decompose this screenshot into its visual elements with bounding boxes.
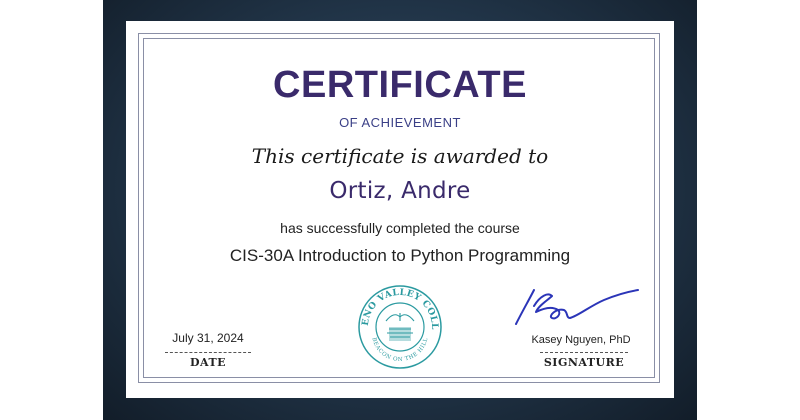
signature-line <box>540 352 628 353</box>
date-value: July 31, 2024 <box>172 331 244 345</box>
course-title: CIS-30A Introduction to Python Programmi… <box>229 246 571 265</box>
recipient-name: Ortiz, Andre <box>329 178 471 204</box>
college-seal-icon: MORENO VALLEY COLLEGE BEACON ON THE HILL <box>356 283 442 369</box>
awarded-text: This certificate is awarded to <box>251 144 549 168</box>
signer-name: Kasey Nguyen, PhD <box>531 334 631 346</box>
certificate-subtitle: OF ACHIEVEMENT <box>339 115 461 130</box>
completed-text: has successfully completed the course <box>280 220 520 236</box>
date-label: DATE <box>189 356 227 369</box>
signature-label: SIGNATURE <box>543 356 625 369</box>
svg-text:MORENO VALLEY COLLEGE: MORENO VALLEY COLLEGE <box>356 283 439 330</box>
signature-icon <box>515 289 639 325</box>
certificate-title: CERTIFICATE <box>273 64 527 106</box>
date-line <box>165 352 251 353</box>
